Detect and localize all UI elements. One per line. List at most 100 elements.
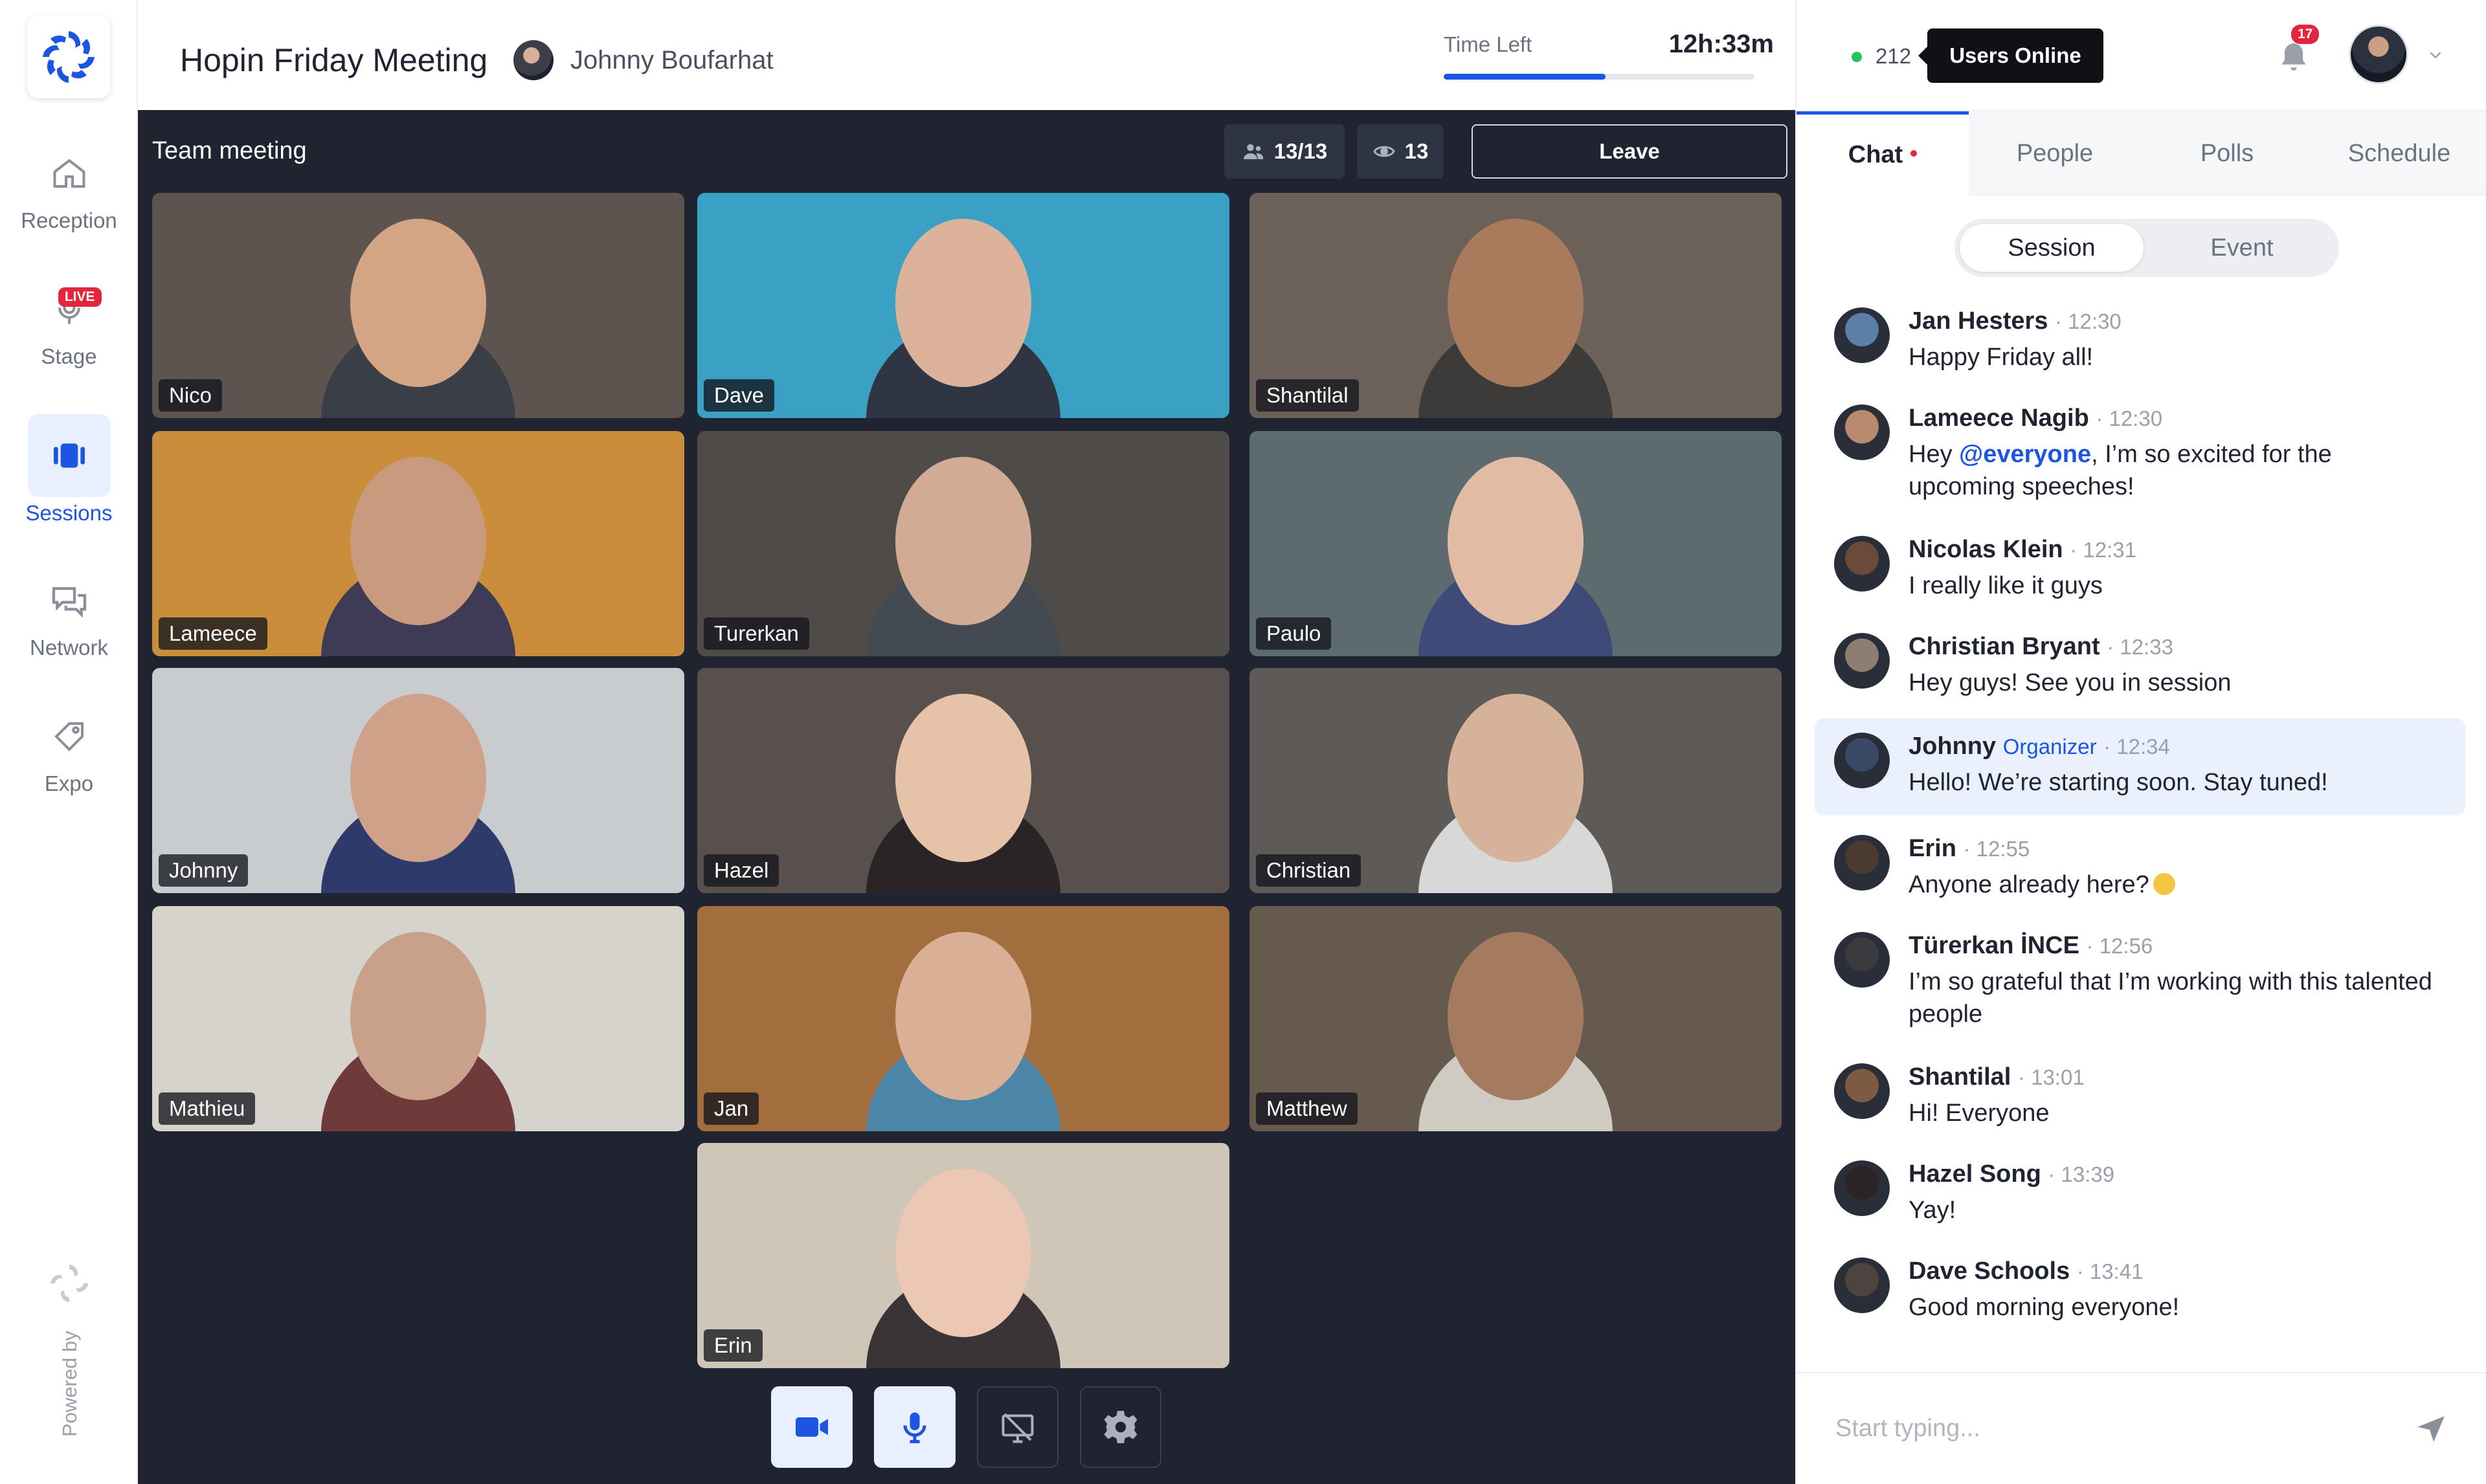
side-panel: 212 Users Online 17 Chat People Polls Sc… [1795, 0, 2486, 1484]
participant-face [895, 457, 1031, 625]
participant-face [1448, 219, 1584, 387]
nav-sessions[interactable]: Sessions [0, 414, 138, 526]
hopin-logo[interactable] [27, 16, 110, 98]
message-header: Erin · 12:55 [1909, 835, 2030, 863]
participant-face [350, 457, 486, 625]
nav-network[interactable]: Network [0, 570, 138, 660]
participant-face [350, 694, 486, 862]
participant-name-tag: Erin [704, 1329, 763, 1362]
video-tile[interactable]: Jan [697, 906, 1229, 1131]
participant-name-tag: Mathieu [159, 1092, 256, 1125]
message-text: Hey @everyone, I’m so excited for the up… [1909, 438, 2439, 503]
message-text: Yay! [1909, 1197, 1956, 1224]
chat-message: Shantilal · 13:01 Hi! Everyone [1815, 1057, 2465, 1141]
video-tile[interactable]: Turerkan [697, 431, 1229, 656]
video-tile[interactable]: Paulo [1249, 431, 1782, 656]
bell-icon [2281, 43, 2306, 71]
time-left-progress [1444, 74, 1754, 80]
avatar [1834, 1257, 1890, 1313]
participant-face [1448, 932, 1584, 1100]
send-icon [2417, 1416, 2445, 1442]
chat-message: Nicolas Klein · 12:31 I really like it g… [1815, 529, 2465, 614]
participant-face [1448, 457, 1584, 625]
video-tile[interactable]: Erin [697, 1143, 1229, 1368]
notification-count-badge: 17 [2291, 25, 2320, 44]
segment-session[interactable]: Session [1960, 224, 2144, 272]
participant-name-tag: Matthew [1256, 1092, 1358, 1125]
screen-share-button[interactable] [977, 1386, 1058, 1468]
screen-share-off-icon [1002, 1413, 1034, 1443]
message-text: Hi! Everyone [1909, 1100, 2050, 1127]
message-time: · 13:41 [2076, 1259, 2144, 1283]
message-text: Good morning everyone! [1909, 1294, 2180, 1321]
user-avatar[interactable] [2349, 25, 2408, 84]
message-header: Nicolas Klein · 12:31 [1909, 536, 2136, 564]
nav-expo[interactable]: Expo [0, 705, 138, 796]
tab-polls[interactable]: Polls [2141, 111, 2313, 195]
sender-name: Erin [1909, 835, 1956, 862]
video-tile[interactable]: Dave [697, 193, 1229, 418]
message-text-content: Anyone already here? [1909, 871, 2149, 898]
segment-event[interactable]: Event [2150, 224, 2334, 272]
nav-expo-label: Expo [44, 771, 94, 795]
sender-name: Dave Schools [1909, 1257, 2070, 1285]
nav-sessions-label: Sessions [25, 501, 113, 525]
video-tile[interactable]: Matthew [1249, 906, 1782, 1131]
tab-schedule[interactable]: Schedule [2313, 111, 2485, 195]
page-title: Hopin Friday Meeting [180, 42, 488, 78]
video-tile[interactable]: Shantilal [1249, 193, 1782, 418]
tab-chat[interactable]: Chat [1797, 111, 1969, 195]
participant-face [895, 932, 1031, 1100]
video-tile[interactable]: Hazel [697, 668, 1229, 893]
participant-name-tag: Johnny [159, 854, 249, 887]
participant-name-tag: Lameece [159, 617, 267, 650]
powered-by-logo-icon [47, 1261, 92, 1309]
chat-input[interactable] [1835, 1406, 2353, 1451]
avatar [1834, 835, 1890, 891]
message-time: · 12:56 [2086, 934, 2153, 958]
participant-name-tag: Shantilal [1256, 379, 1359, 412]
participant-face [895, 694, 1031, 862]
video-tile[interactable]: Nico [152, 193, 684, 418]
video-tile[interactable]: Mathieu [152, 906, 684, 1131]
participant-name-tag: Nico [159, 379, 223, 412]
participants-count-text: 13/13 [1273, 139, 1328, 163]
message-header: Türerkan İNCE · 12:56 [1909, 932, 2153, 960]
tab-people-label: People [2016, 139, 2094, 167]
tag-icon [28, 705, 111, 768]
settings-button[interactable] [1080, 1386, 1161, 1468]
chevron-down-icon[interactable] [2426, 45, 2445, 68]
video-tile[interactable]: Johnny [152, 668, 684, 893]
sender-name: Christian Bryant [1909, 633, 2100, 660]
video-tile[interactable]: Christian [1249, 668, 1782, 893]
chat-message: Dave Schools · 13:41 Good morning everyo… [1815, 1251, 2465, 1335]
participant-face [350, 932, 486, 1100]
tab-people[interactable]: People [1969, 111, 2141, 195]
unread-dot [1910, 150, 1918, 157]
camera-toggle-button[interactable] [771, 1386, 853, 1468]
video-camera-icon [796, 1417, 828, 1437]
avatar [1834, 1160, 1890, 1216]
chat-scope-toggle: Session Event [1954, 219, 2339, 277]
nav-stage-label: Stage [41, 344, 97, 368]
tab-schedule-label: Schedule [2347, 139, 2451, 167]
message-header: Johnny Organizer · 12:34 [1909, 733, 2170, 760]
participant-name-tag: Hazel [704, 854, 779, 887]
notifications-button[interactable] [2276, 39, 2312, 78]
chat-message-highlighted: Johnny Organizer · 12:34 Hello! We’re st… [1815, 718, 2465, 815]
participant-face [350, 219, 486, 387]
avatar [1834, 307, 1890, 363]
tab-polls-label: Polls [2200, 139, 2254, 167]
send-button[interactable] [2415, 1412, 2447, 1448]
sender-name: Türerkan İNCE [1909, 932, 2079, 959]
microphone-toggle-button[interactable] [874, 1386, 956, 1468]
nav-reception[interactable]: Reception [0, 142, 138, 233]
host-avatar [513, 40, 554, 80]
chat-composer [1797, 1372, 2486, 1484]
nav-stage[interactable]: LIVE Stage [0, 278, 138, 369]
leave-button[interactable]: Leave [1472, 124, 1787, 179]
header: Hopin Friday Meeting Johnny Boufarhat Ti… [138, 0, 1795, 110]
video-tile[interactable]: Lameece [152, 431, 684, 656]
gear-icon [1104, 1411, 1137, 1443]
mention-everyone[interactable]: @everyone [1959, 441, 2091, 468]
